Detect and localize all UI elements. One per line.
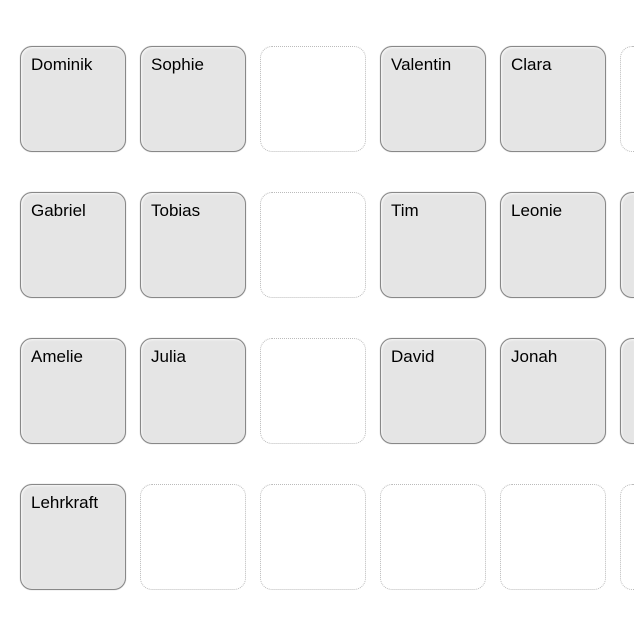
seat-empty[interactable] (620, 484, 634, 590)
seat[interactable] (620, 192, 634, 298)
seat[interactable]: Sophie (140, 46, 246, 152)
seat[interactable]: Gabriel (20, 192, 126, 298)
seat[interactable]: Tobias (140, 192, 246, 298)
seat-label: Jonah (511, 347, 557, 366)
seat-label: Tobias (151, 201, 200, 220)
seat-label: Leonie (511, 201, 562, 220)
seat[interactable]: Clara (500, 46, 606, 152)
seat-empty[interactable] (500, 484, 606, 590)
seat-label: Gabriel (31, 201, 86, 220)
seat-empty[interactable] (380, 484, 486, 590)
seat-label: Sophie (151, 55, 204, 74)
seat-empty[interactable] (260, 46, 366, 152)
seat[interactable]: Jonah (500, 338, 606, 444)
seat-empty[interactable] (260, 484, 366, 590)
seat-label: Lehrkraft (31, 493, 98, 512)
seat-row: Lehrkraft (20, 484, 634, 590)
seat-row: Amelie Julia David Jonah (20, 338, 634, 444)
seat[interactable] (620, 338, 634, 444)
seat[interactable]: Tim (380, 192, 486, 298)
seat-label: Dominik (31, 55, 92, 74)
seat-label: David (391, 347, 434, 366)
seat[interactable]: Leonie (500, 192, 606, 298)
seating-grid: Dominik Sophie Valentin Clara Gabriel To… (20, 46, 634, 590)
seat-empty[interactable] (260, 338, 366, 444)
seat-label: Julia (151, 347, 186, 366)
seat[interactable]: Julia (140, 338, 246, 444)
seat-empty[interactable] (140, 484, 246, 590)
seat[interactable]: Dominik (20, 46, 126, 152)
seat-label: Valentin (391, 55, 451, 74)
seat[interactable]: Amelie (20, 338, 126, 444)
seat-label: Clara (511, 55, 552, 74)
seat-empty[interactable] (620, 46, 634, 152)
seat-empty[interactable] (260, 192, 366, 298)
seat-label: Amelie (31, 347, 83, 366)
seat-row: Gabriel Tobias Tim Leonie (20, 192, 634, 298)
seat-teacher[interactable]: Lehrkraft (20, 484, 126, 590)
seat[interactable]: David (380, 338, 486, 444)
seat-row: Dominik Sophie Valentin Clara (20, 46, 634, 152)
seat-label: Tim (391, 201, 419, 220)
seat[interactable]: Valentin (380, 46, 486, 152)
